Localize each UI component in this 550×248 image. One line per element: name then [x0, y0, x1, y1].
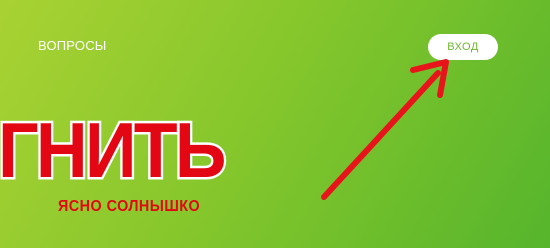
- logo-wordmark: ГНИТЬ: [0, 106, 229, 195]
- logo-tagline: ЯСНО СОЛНЫШКО: [58, 198, 201, 215]
- nav-link-questions[interactable]: ВОПРОСЫ: [38, 38, 107, 53]
- brand-logo: ГНИТЬ ЯСНО СОЛНЫШКО: [0, 106, 229, 218]
- login-button[interactable]: ВХОД: [428, 34, 498, 60]
